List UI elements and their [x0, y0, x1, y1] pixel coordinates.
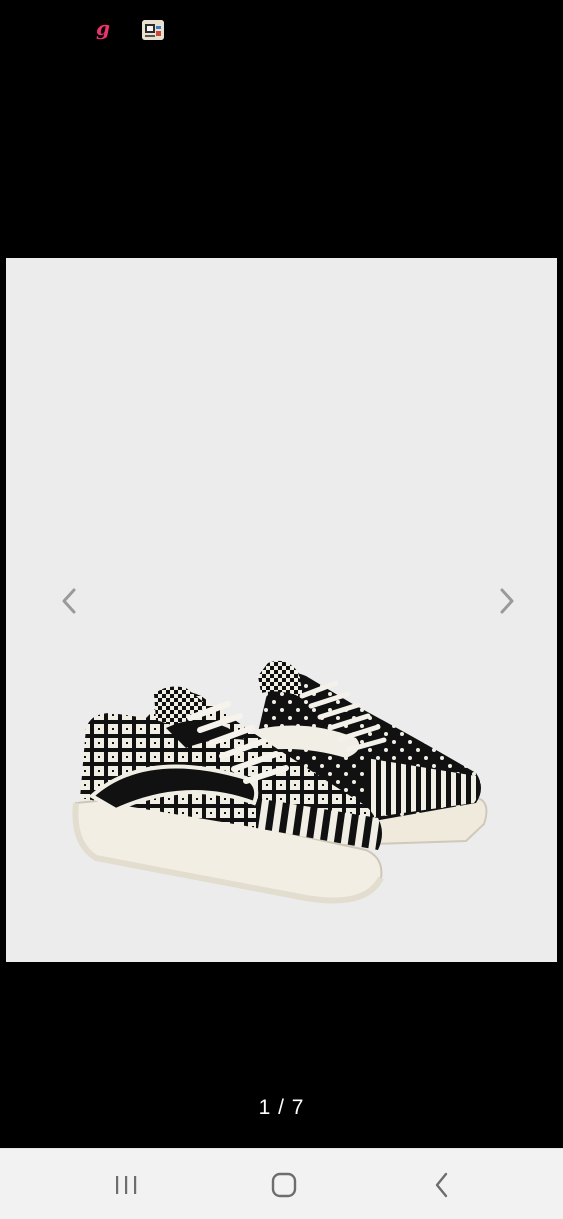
viewer-top-area — [0, 60, 563, 256]
recent-apps-button[interactable] — [98, 1163, 154, 1207]
viewer-bottom-area: 1 / 7 — [0, 962, 563, 1148]
chevron-right-icon — [500, 588, 514, 614]
system-navigation-bar — [0, 1148, 563, 1219]
image-viewer[interactable] — [0, 256, 563, 962]
home-icon — [271, 1172, 297, 1198]
product-image-frame[interactable] — [6, 258, 557, 962]
next-image-button[interactable] — [489, 579, 525, 623]
status-bar: g — [0, 0, 563, 60]
previous-image-button[interactable] — [51, 579, 87, 623]
home-button[interactable] — [256, 1163, 312, 1207]
gallery-app-notification-icon — [142, 20, 164, 40]
page-counter: 1 / 7 — [258, 1096, 305, 1119]
recent-apps-icon — [116, 1176, 137, 1194]
back-icon — [435, 1172, 448, 1198]
sneaker-product-image — [72, 660, 488, 904]
g-app-notification-icon: g — [96, 16, 110, 40]
back-button[interactable] — [414, 1163, 470, 1207]
chevron-left-icon — [62, 588, 76, 614]
